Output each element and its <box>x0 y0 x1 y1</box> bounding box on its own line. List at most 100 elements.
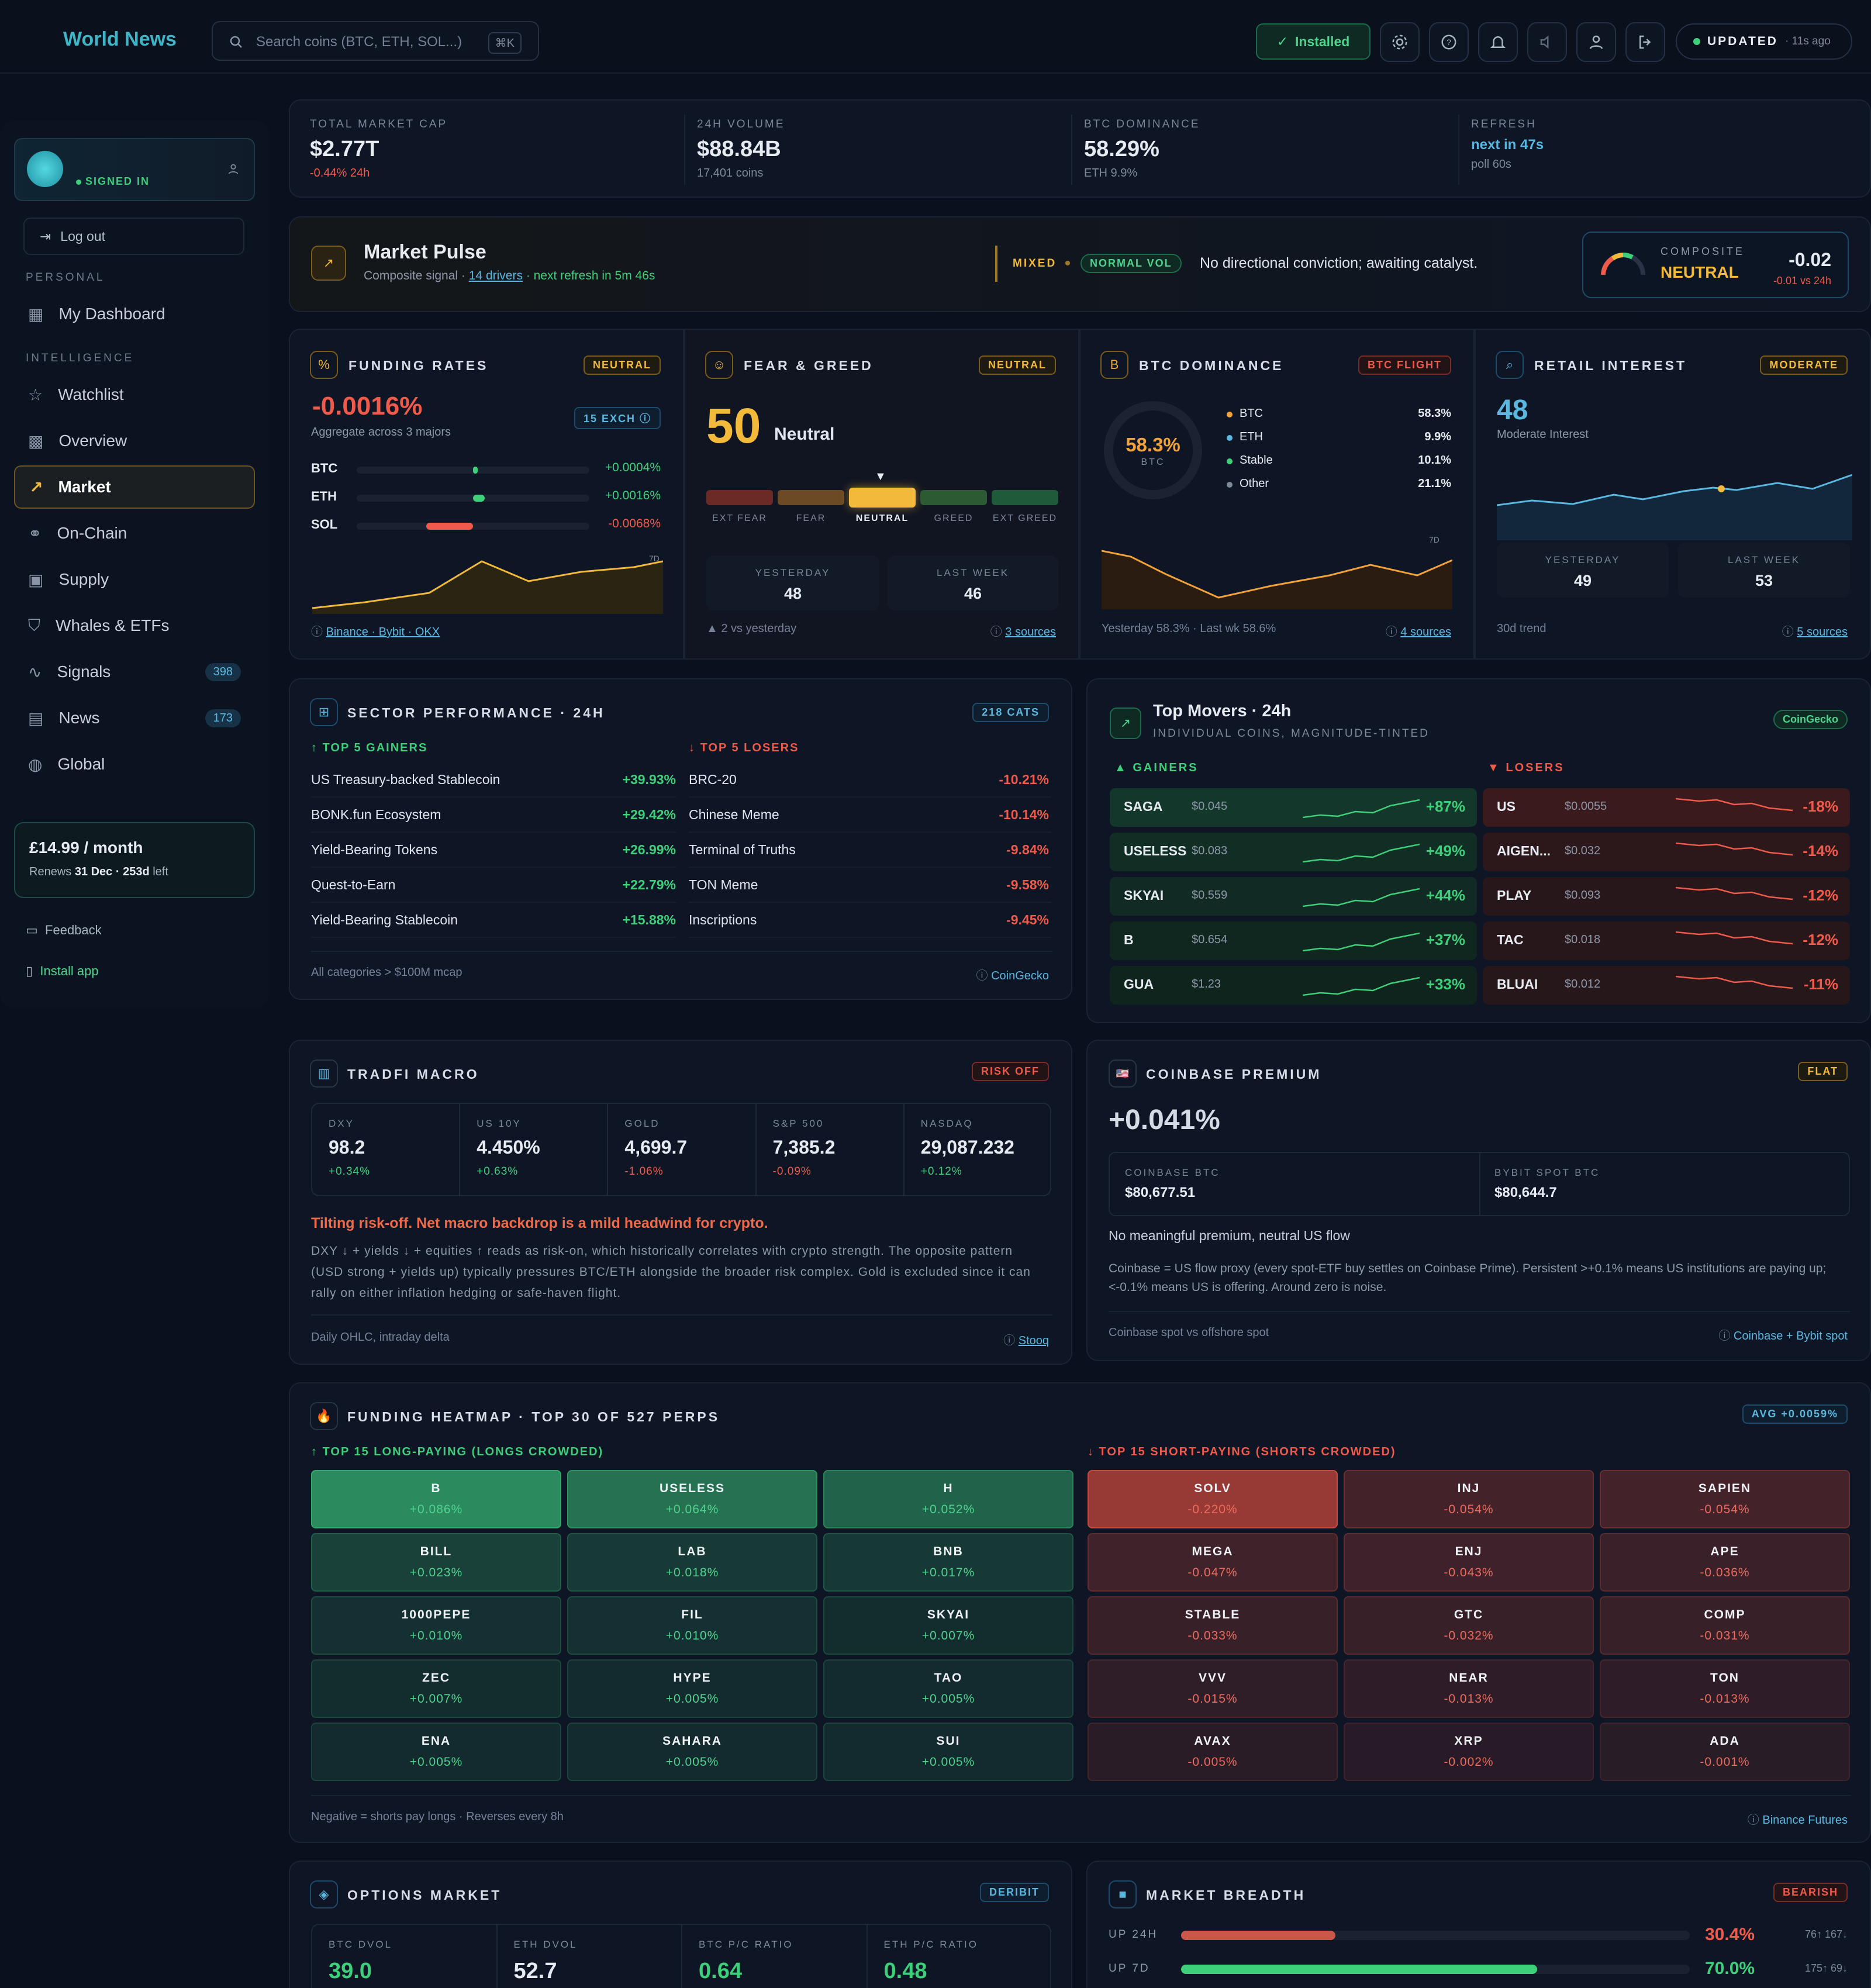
perp-symbol: FIL <box>681 1608 703 1621</box>
notifications-button[interactable] <box>1478 22 1518 62</box>
retail-sources[interactable]: ⓘ 5 sources <box>1782 622 1848 639</box>
heatmap-cell[interactable]: SAHARA +0.005% <box>567 1723 817 1781</box>
heatmap-cell[interactable]: VVV -0.015% <box>1088 1659 1338 1718</box>
heatmap-cell[interactable]: ENA +0.005% <box>311 1723 561 1781</box>
sidebar-item-overview[interactable]: ▩ Overview <box>14 419 255 463</box>
heatmap-cell[interactable]: H +0.052% <box>823 1470 1073 1528</box>
macro-source[interactable]: ⓘ Stooq <box>1003 1331 1049 1348</box>
heatmap-cell[interactable]: NEAR -0.013% <box>1344 1659 1594 1718</box>
heatmap-cell[interactable]: SOLV -0.220% <box>1088 1470 1338 1528</box>
heatmap-cell[interactable]: APE -0.036% <box>1600 1533 1850 1592</box>
help-button[interactable]: ? <box>1429 22 1469 62</box>
sidebar-item-watchlist[interactable]: ☆ Watchlist <box>14 373 255 416</box>
mover-sparkline <box>1303 976 1420 996</box>
mover-row[interactable]: TAC $0.018 -12% <box>1483 921 1850 960</box>
mover-row[interactable]: US $0.0055 -18% <box>1483 788 1850 827</box>
sidebar-item-news[interactable]: ▤ News 173 <box>14 696 255 740</box>
settings-button[interactable] <box>1380 22 1420 62</box>
heatmap-cell[interactable]: STABLE -0.033% <box>1088 1596 1338 1655</box>
heatmap-cell[interactable]: SUI +0.005% <box>823 1723 1073 1781</box>
heatmap-cell[interactable]: BNB +0.017% <box>823 1533 1073 1592</box>
sector-change: -10.14% <box>999 807 1049 822</box>
source-badge: DERIBIT <box>980 1883 1049 1902</box>
scale-label: NEUTRAL <box>855 513 909 523</box>
mover-row[interactable]: PLAY $0.093 -12% <box>1483 877 1850 916</box>
premium-source[interactable]: ⓘ Coinbase + Bybit spot <box>1718 1326 1848 1343</box>
coinbase-btc: COINBASE BTC $80,677.51 <box>1125 1167 1220 1200</box>
svg-text:?: ? <box>1447 38 1451 47</box>
heatmap-cell[interactable]: USELESS +0.064% <box>567 1470 817 1528</box>
signout-button[interactable] <box>1625 22 1665 62</box>
heatmap-cell[interactable]: COMP -0.031% <box>1600 1596 1850 1655</box>
subscription-card[interactable]: £14.99 / month Renews 31 Dec · 253d left <box>14 822 255 898</box>
heatmap-cell[interactable]: ENJ -0.043% <box>1344 1533 1594 1592</box>
heatmap-cell[interactable]: FIL +0.010% <box>567 1596 817 1655</box>
mover-row[interactable]: SAGA $0.045 +87% <box>1110 788 1477 827</box>
heatmap-cell[interactable]: TAO +0.005% <box>823 1659 1073 1718</box>
heatmap-cell[interactable]: SKYAI +0.007% <box>823 1596 1073 1655</box>
heatmap-cell[interactable]: B +0.086% <box>311 1470 561 1528</box>
mover-row[interactable]: USELESS $0.083 +49% <box>1110 833 1477 871</box>
sidebar-item-market[interactable]: ↗ Market <box>14 465 255 509</box>
sidebar-item-whales[interactable]: ⛉ Whales & ETFs <box>14 604 255 647</box>
funding-sources[interactable]: ⓘ Binance · Bybit · OKX <box>311 622 440 639</box>
mover-row[interactable]: AIGEN... $0.032 -14% <box>1483 833 1850 871</box>
sidebar-item-signals[interactable]: ∿ Signals 398 <box>14 650 255 693</box>
dominance-footer: Yesterday 58.3% · Last wk 58.6% <box>1102 622 1276 635</box>
heatmap-cell[interactable]: SAPIEN -0.054% <box>1600 1470 1850 1528</box>
mover-row[interactable]: SKYAI $0.559 +44% <box>1110 877 1477 916</box>
account-button[interactable] <box>1576 22 1616 62</box>
heatmap-cell[interactable]: HYPE +0.005% <box>567 1659 817 1718</box>
mover-row[interactable]: B $0.654 +37% <box>1110 921 1477 960</box>
heatmap-cell[interactable]: GTC -0.032% <box>1344 1596 1594 1655</box>
heatmap-cell[interactable]: 1000PEPE +0.010% <box>311 1596 561 1655</box>
mover-change: +37% <box>1425 931 1465 948</box>
heatmap-cell[interactable]: MEGA -0.047% <box>1088 1533 1338 1592</box>
installed-button[interactable]: ✓ Installed <box>1256 23 1371 60</box>
install-app-link[interactable]: ▯ Install app <box>26 964 99 979</box>
sidebar-item-my-dashboard[interactable]: ▦ My Dashboard <box>14 292 255 336</box>
fear-greed-label: Neutral <box>774 424 835 444</box>
heatmap-cell[interactable]: ZEC +0.007% <box>311 1659 561 1718</box>
macro-grid: DXY 98.2 +0.34% US 10Y 4.450% +0.63% GOLD 4,699… <box>311 1103 1051 1196</box>
logout-button[interactable]: ⇥ Log out <box>23 218 244 255</box>
heatmap-cell[interactable]: TON -0.013% <box>1600 1659 1850 1718</box>
heatmap-cell[interactable]: AVAX -0.005% <box>1088 1723 1338 1781</box>
macro-change: +0.34% <box>329 1165 370 1178</box>
sidebar-item-supply[interactable]: ▣ Supply <box>14 558 255 601</box>
user-card[interactable]: SIGNED IN <box>14 138 255 201</box>
mover-sparkline <box>1303 843 1420 863</box>
sectors-source[interactable]: ⓘ CoinGecko <box>976 966 1050 983</box>
status-badge: NEUTRAL <box>979 356 1056 375</box>
mover-price: $0.083 <box>1192 844 1228 857</box>
options-value: 52.7 <box>513 1959 557 1983</box>
logout-label: Log out <box>60 228 106 244</box>
feedback-link[interactable]: ▭ Feedback <box>26 923 102 938</box>
heatmap-cell[interactable]: INJ -0.054% <box>1344 1470 1594 1528</box>
sidebar-item-label: Whales & ETFs <box>56 616 170 634</box>
funding-bar-fill <box>426 523 473 530</box>
heatmap-cell[interactable]: ADA -0.001% <box>1600 1723 1850 1781</box>
mover-row[interactable]: BLUAI $0.012 -11% <box>1483 966 1850 1005</box>
row-divider <box>689 937 1051 938</box>
drivers-link[interactable]: 14 drivers <box>469 269 523 282</box>
sidebar-item-on-chain[interactable]: ⚭ On-Chain <box>14 512 255 555</box>
heatmap-cell[interactable]: LAB +0.018% <box>567 1533 817 1592</box>
heatmap-cell[interactable]: XRP -0.002% <box>1344 1723 1594 1781</box>
sparkline-line <box>1303 843 1420 863</box>
search-input[interactable]: Search coins (BTC, ETH, SOL...) ⌘K <box>212 21 539 61</box>
fg-sources[interactable]: ⓘ 3 sources <box>990 622 1056 639</box>
macro-value: 4,699.7 <box>624 1137 688 1158</box>
exchange-badge[interactable]: 15 EXCH ⓘ <box>574 407 661 429</box>
perp-rate: +0.007% <box>409 1692 463 1706</box>
gear-icon <box>1392 34 1407 50</box>
sound-button[interactable] <box>1527 22 1567 62</box>
heatmap-source[interactable]: ⓘ Binance Futures <box>1748 1810 1848 1827</box>
heatmap-cell[interactable]: BILL +0.023% <box>311 1533 561 1592</box>
chart-icon: ▥ <box>310 1059 338 1088</box>
dominance-sources[interactable]: ⓘ 4 sources <box>1386 622 1451 639</box>
app-title[interactable]: World News <box>63 28 177 51</box>
mover-row[interactable]: GUA $1.23 +33% <box>1110 966 1477 1005</box>
sidebar-item-global[interactable]: ◍ Global <box>14 743 255 786</box>
perp-rate: +0.086% <box>409 1503 463 1516</box>
